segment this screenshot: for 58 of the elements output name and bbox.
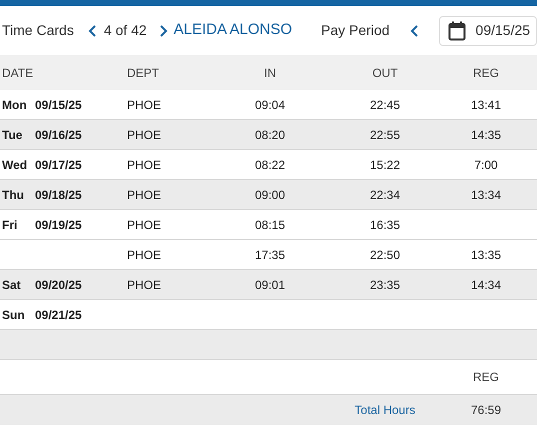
table-cell: Sat bbox=[2, 278, 21, 292]
table-cell: 22:55 bbox=[370, 128, 400, 142]
table-cell: 23:35 bbox=[370, 278, 400, 292]
table-cell: 08:20 bbox=[254, 128, 286, 142]
column-header: OUT bbox=[372, 66, 398, 80]
table-cell: 13:41 bbox=[470, 98, 502, 112]
table-cell: Tue bbox=[2, 128, 22, 142]
table-cell: 22:50 bbox=[370, 248, 400, 262]
table-cell: PHOE bbox=[127, 128, 162, 142]
table-cell: Thu bbox=[2, 188, 24, 202]
table-cell: 22:45 bbox=[370, 98, 400, 112]
table-cell: 09/17/25 bbox=[35, 158, 82, 172]
date-field[interactable]: 09/15/25 bbox=[438, 16, 537, 46]
table-cell: 15:22 bbox=[370, 158, 400, 172]
table-cell: 09/16/25 bbox=[35, 128, 82, 142]
table-cell: Wed bbox=[2, 158, 28, 172]
calendar-icon bbox=[448, 20, 466, 40]
table-cell: 09/21/25 bbox=[35, 308, 82, 322]
table-cell: 7:00 bbox=[474, 158, 498, 172]
table-cell: PHOE bbox=[127, 158, 162, 172]
table-cell: 09/15/25 bbox=[35, 98, 82, 112]
table-cell: 09:00 bbox=[254, 188, 286, 202]
table-cell: 13:35 bbox=[470, 248, 502, 262]
total-hours-value: 76:59 bbox=[470, 403, 502, 417]
page-title: Time Cards bbox=[2, 21, 74, 40]
column-header: IN bbox=[264, 66, 276, 80]
column-header: DATE bbox=[1, 64, 34, 82]
table-cell: 08:15 bbox=[254, 218, 286, 232]
table-cell: 09/20/25 bbox=[35, 278, 82, 292]
table-cell: PHOE bbox=[127, 278, 162, 292]
table-cell: 14:35 bbox=[470, 128, 502, 142]
table-cell: PHOE bbox=[127, 218, 162, 232]
total-hours-label: Total Hours bbox=[354, 403, 416, 417]
table-cell: 09:01 bbox=[254, 278, 286, 292]
table-cell: 09/19/25 bbox=[35, 218, 82, 232]
table-cell: 08:22 bbox=[254, 158, 286, 172]
table-cell: 17:35 bbox=[254, 248, 286, 262]
next-icon[interactable] bbox=[158, 24, 168, 38]
table-cell: PHOE bbox=[127, 98, 162, 112]
table-cell: 13:34 bbox=[470, 188, 502, 202]
column-header: REG bbox=[472, 66, 499, 80]
pay-period-label: Pay Period bbox=[321, 21, 390, 40]
table-cell: Mon bbox=[2, 98, 27, 112]
table-cell: Sun bbox=[2, 308, 25, 322]
table-cell: PHOE bbox=[127, 188, 162, 202]
table-cell: 09/18/25 bbox=[35, 188, 82, 202]
record-position: 4 of 42 bbox=[104, 21, 147, 40]
previous-icon[interactable] bbox=[88, 24, 98, 38]
employee-name: ALEIDA ALONSO bbox=[174, 20, 292, 40]
table-cell: 16:35 bbox=[370, 218, 400, 232]
table-cell: 14:34 bbox=[470, 278, 502, 292]
column-header: REG bbox=[472, 370, 499, 384]
table-cell: 09:04 bbox=[254, 98, 286, 112]
previous-period-icon[interactable] bbox=[410, 24, 420, 38]
column-header: DEPT bbox=[126, 64, 160, 82]
table-cell: Fri bbox=[2, 218, 18, 232]
table-cell: 22:34 bbox=[370, 188, 400, 202]
table-cell: PHOE bbox=[127, 248, 162, 262]
